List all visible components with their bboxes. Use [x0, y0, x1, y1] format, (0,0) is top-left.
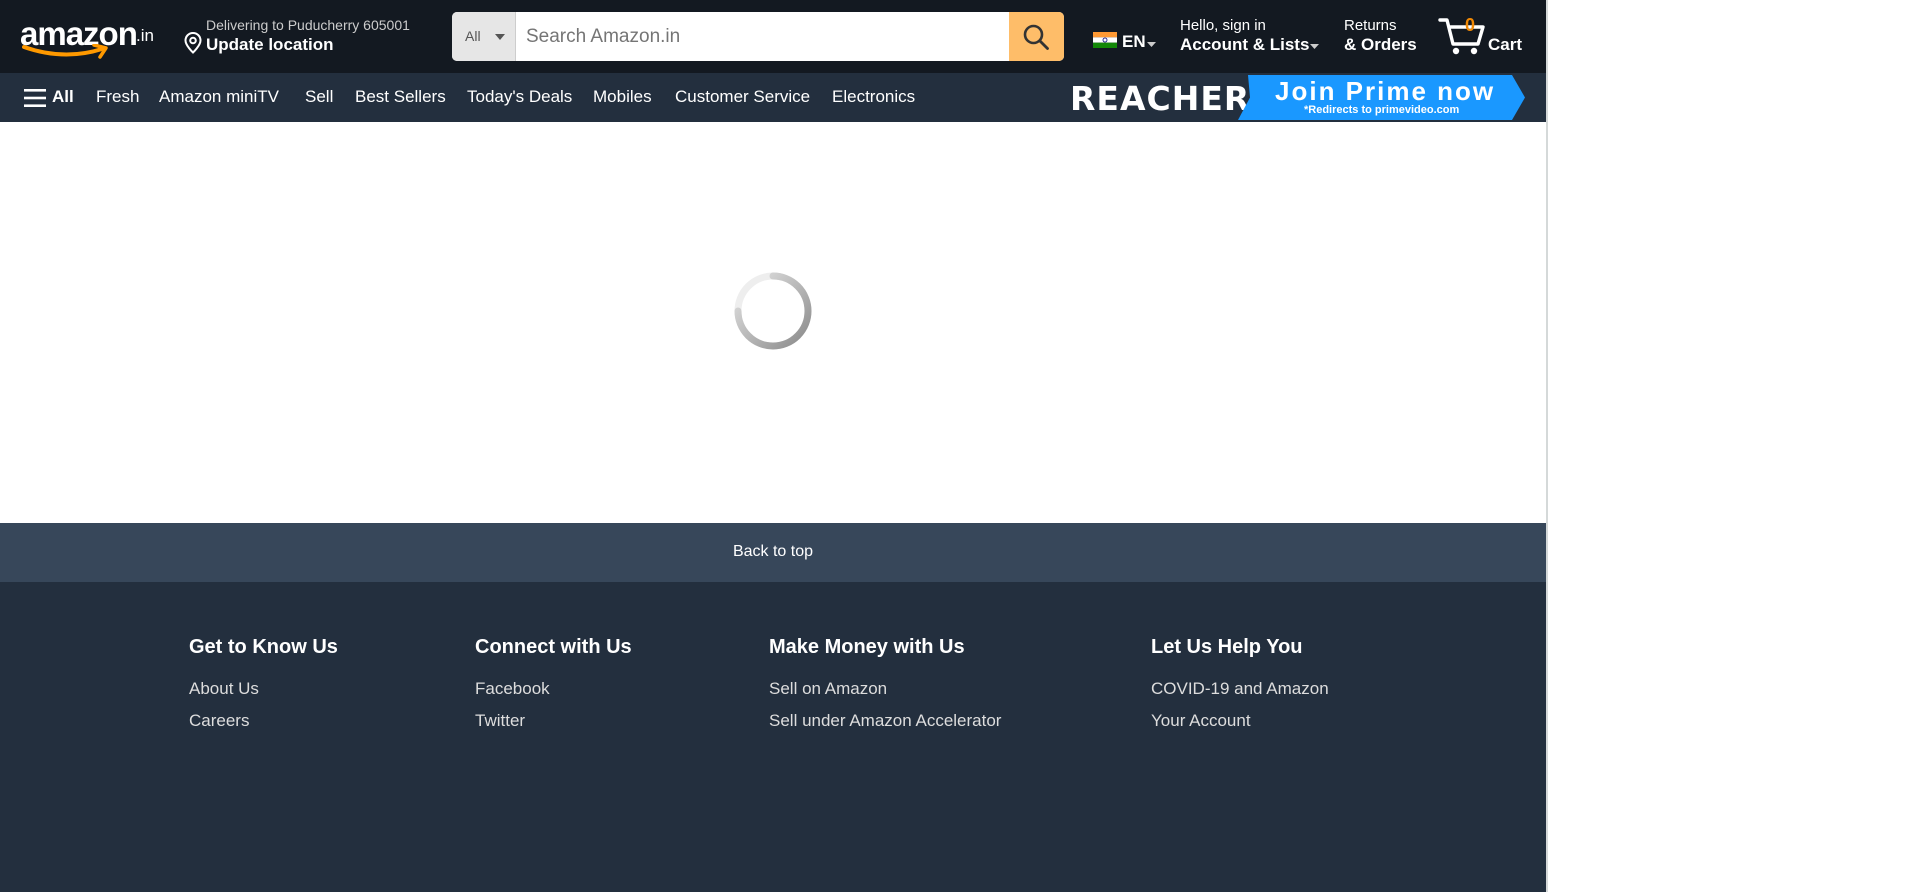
nav-link-todays-deals[interactable]: Today's Deals — [467, 87, 572, 107]
banner-title: REACHER — [1070, 79, 1251, 118]
cart-count: 0 — [1464, 15, 1475, 35]
logo-tld: .in — [136, 26, 154, 45]
footer-link-twitter[interactable]: Twitter — [475, 705, 632, 737]
nav-link-minitv[interactable]: Amazon miniTV — [159, 87, 279, 107]
language-selector[interactable]: EN — [1093, 24, 1163, 54]
nav-link-sell[interactable]: Sell — [305, 87, 333, 107]
footer-link-facebook[interactable]: Facebook — [475, 673, 632, 705]
footer-link-about-us[interactable]: About Us — [189, 673, 338, 705]
footer-column-make-money: Make Money with Us Sell on Amazon Sell u… — [769, 636, 1001, 737]
page-edge-divider — [1546, 0, 1548, 892]
cart-button[interactable]: 0 Cart — [1438, 10, 1534, 62]
hamburger-menu-icon — [24, 89, 46, 107]
returns-and-orders[interactable]: Returns & Orders — [1344, 14, 1429, 60]
footer: Get to Know Us About Us Careers Connect … — [0, 582, 1546, 892]
nav-link-customer-service[interactable]: Customer Service — [675, 87, 810, 107]
footer-link-covid-19[interactable]: COVID-19 and Amazon — [1151, 673, 1329, 705]
search-input[interactable] — [516, 12, 1009, 61]
update-location-link[interactable]: Update location — [206, 35, 334, 55]
location-line-1: Delivering to Puducherry 605001 — [206, 17, 410, 33]
orders-label: & Orders — [1344, 35, 1417, 54]
chevron-down-icon — [1147, 42, 1156, 47]
search-icon — [1023, 24, 1049, 50]
account-greeting: Hello, sign in — [1180, 17, 1266, 34]
footer-link-careers[interactable]: Careers — [189, 705, 338, 737]
footer-heading: Connect with Us — [475, 636, 632, 658]
logo-smile-icon — [22, 44, 108, 59]
blank-right-area — [1546, 0, 1920, 892]
delivery-location[interactable]: Delivering to Puducherry 605001 Update l… — [184, 14, 444, 60]
top-nav-bar: amazon .in Delivering to Puducherry 6050… — [0, 0, 1546, 73]
nav-link-mobiles[interactable]: Mobiles — [593, 87, 652, 107]
amazon-page: amazon .in Delivering to Puducherry 6050… — [0, 0, 1546, 892]
footer-link-amazon-accelerator[interactable]: Sell under Amazon Accelerator — [769, 705, 1001, 737]
footer-column-get-to-know-us: Get to Know Us About Us Careers — [189, 636, 338, 737]
location-pin-icon — [184, 32, 202, 54]
search-bar: All — [452, 12, 1064, 61]
footer-heading: Get to Know Us — [189, 636, 338, 658]
prime-promo-banner[interactable]: REACHER Join Prime now *Redirects to pri… — [1070, 73, 1526, 122]
banner-subtext: *Redirects to primevideo.com — [1304, 104, 1460, 116]
search-category-dropdown[interactable]: All — [452, 12, 516, 61]
nav-link-fresh[interactable]: Fresh — [96, 87, 139, 107]
nav-link-best-sellers[interactable]: Best Sellers — [355, 87, 446, 107]
nav-link-electronics[interactable]: Electronics — [832, 87, 915, 107]
amazon-logo[interactable]: amazon .in — [20, 12, 162, 59]
chevron-down-icon — [1310, 44, 1319, 49]
sub-nav-bar: All Fresh Amazon miniTV Sell Best Seller… — [0, 73, 1546, 122]
search-category-label: All — [465, 28, 481, 44]
chevron-down-icon — [495, 34, 505, 40]
loading-spinner-icon — [734, 272, 812, 350]
main-content-area — [0, 122, 1546, 523]
back-to-top-button[interactable]: Back to top — [0, 523, 1546, 582]
footer-heading: Make Money with Us — [769, 636, 965, 658]
search-button[interactable] — [1009, 12, 1064, 61]
language-code: EN — [1122, 32, 1146, 51]
footer-column-help: Let Us Help You COVID-19 and Amazon Your… — [1151, 636, 1329, 737]
footer-link-your-account[interactable]: Your Account — [1151, 705, 1329, 737]
india-flag-icon — [1093, 32, 1117, 48]
footer-column-connect-with-us: Connect with Us Facebook Twitter — [475, 636, 632, 737]
account-and-lists[interactable]: Hello, sign in Account & Lists — [1180, 14, 1330, 60]
account-lists-label: Account & Lists — [1180, 35, 1310, 54]
footer-heading: Let Us Help You — [1151, 636, 1303, 658]
join-prime-cta: Join Prime now — [1275, 76, 1496, 106]
cart-label: Cart — [1488, 35, 1523, 54]
footer-link-sell-on-amazon[interactable]: Sell on Amazon — [769, 673, 1001, 705]
all-menu-label: All — [52, 87, 74, 106]
returns-label: Returns — [1344, 17, 1397, 34]
back-to-top-label: Back to top — [732, 543, 814, 560]
